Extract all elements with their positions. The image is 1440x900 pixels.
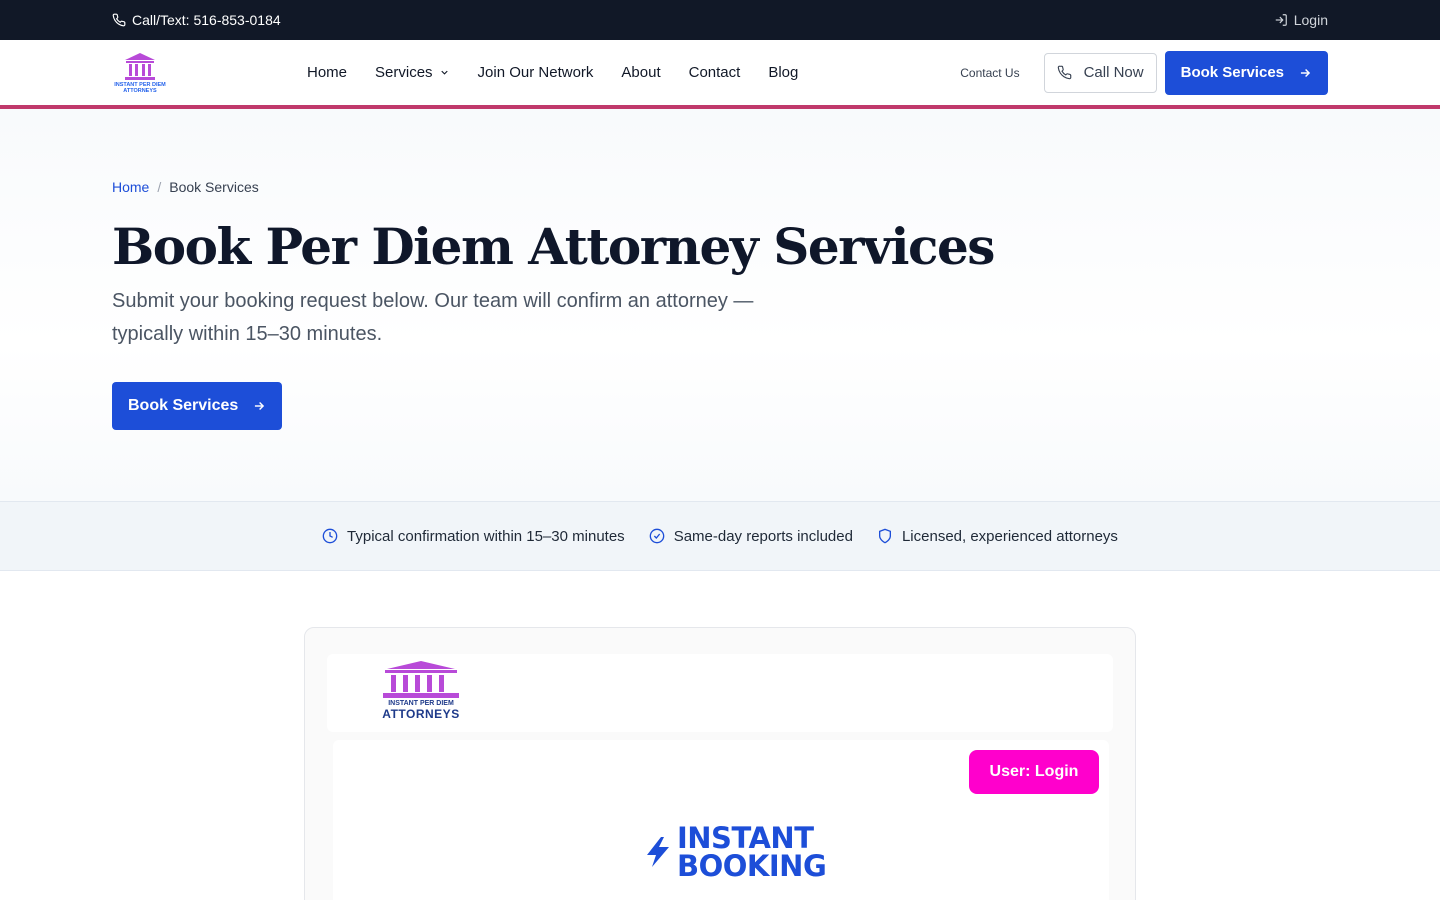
nav-blog-label: Blog (768, 64, 799, 81)
nav-home-label: Home (307, 64, 348, 81)
login-label: Login (1293, 12, 1328, 28)
logo-text-line2: ATTORNEYS (123, 87, 157, 94)
header-book-services-button[interactable]: Book Services (1164, 50, 1328, 95)
login-link[interactable]: Login (1274, 12, 1328, 28)
nav-join-label: Join Our Network (477, 64, 594, 81)
nav-about[interactable]: About (621, 64, 660, 81)
chevron-down-icon (440, 70, 448, 75)
feature-item: Same-day reports included (649, 528, 853, 545)
main-nav: Home Services Join Our Network About Con… (307, 64, 798, 81)
booking-card: INSTANT PER DIEM ATTORNEYS User: Login I… (304, 627, 1136, 900)
page-subtitle: Submit your booking request below. Our t… (112, 290, 754, 345)
instant-booking-logo: INSTANT BOOKING (645, 821, 827, 883)
feature-item: Licensed, experienced attorneys (877, 528, 1118, 545)
site-logo[interactable]: INSTANT PER DIEM ATTORNEYS (112, 49, 168, 97)
booking-card-body: User: Login INSTANT BOOKING (333, 740, 1109, 900)
nav-services[interactable]: Services (375, 64, 450, 81)
lightning-bolt-icon (647, 837, 669, 867)
book-services-label: Book Services (1180, 64, 1284, 81)
top-bar: Call/Text: 516-853-0184 Login (0, 0, 1440, 40)
nav-about-label: About (621, 64, 661, 81)
hero-book-services-button[interactable]: Book Services (112, 382, 283, 430)
booking-section: INSTANT PER DIEM ATTORNEYS User: Login I… (0, 571, 1440, 900)
arrow-right-icon (255, 401, 265, 411)
page-title: Book Per Diem Attorney Services (112, 217, 995, 276)
nav-join-network[interactable]: Join Our Network (478, 64, 594, 81)
login-icon (1275, 14, 1287, 26)
shield-icon (878, 528, 891, 544)
breadcrumb-home[interactable]: Home (112, 179, 149, 195)
feature-label: Same-day reports included (673, 527, 853, 545)
feature-strip: Typical confirmation within 15–30 minute… (0, 501, 1440, 571)
header-actions: Contact Us Call Now Book Services (960, 50, 1328, 95)
breadcrumb: Home / Book Services (112, 179, 259, 195)
courthouse-icon (383, 661, 459, 698)
nav-contact-label: Contact (688, 64, 741, 81)
arrow-right-icon (1300, 68, 1311, 77)
nav-home[interactable]: Home (307, 64, 347, 81)
feature-item: Typical confirmation within 15–30 minute… (322, 528, 625, 545)
call-now-button[interactable]: Call Now (1043, 52, 1157, 93)
courthouse-icon (125, 52, 155, 80)
nav-contact[interactable]: Contact (689, 64, 741, 81)
nav-services-label: Services (375, 64, 433, 81)
user-login-button[interactable]: User: Login (969, 750, 1099, 794)
check-circle-icon (649, 528, 665, 544)
hero-section: Home / Book Services Book Per Diem Attor… (0, 109, 1440, 501)
hero-cta-label: Book Services (128, 397, 239, 414)
feature-label: Licensed, experienced attorneys (901, 527, 1118, 545)
phone-text: Call/Text: 516-853-0184 (132, 12, 281, 28)
booking-logo: INSTANT PER DIEM ATTORNEYS (379, 660, 463, 720)
phone-icon (1057, 65, 1071, 80)
booking-logo-line2: ATTORNEYS (382, 707, 460, 721)
nav-blog[interactable]: Blog (768, 64, 798, 81)
booking-card-header: INSTANT PER DIEM ATTORNEYS (327, 654, 1113, 732)
site-header: INSTANT PER DIEM ATTORNEYS Home Services… (0, 40, 1440, 109)
phone-icon (112, 13, 126, 27)
phone-link[interactable]: Call/Text: 516-853-0184 (112, 12, 281, 28)
instant-booking-line2: BOOKING (677, 849, 827, 883)
instant-booking-line1: INSTANT (677, 821, 814, 855)
contact-us-link[interactable]: Contact Us (960, 66, 1019, 80)
feature-label: Typical confirmation within 15–30 minute… (347, 527, 625, 545)
clock-icon (322, 528, 338, 544)
breadcrumb-separator: / (157, 179, 162, 195)
breadcrumb-current: Book Services (169, 179, 259, 195)
call-now-label: Call Now (1083, 64, 1144, 81)
